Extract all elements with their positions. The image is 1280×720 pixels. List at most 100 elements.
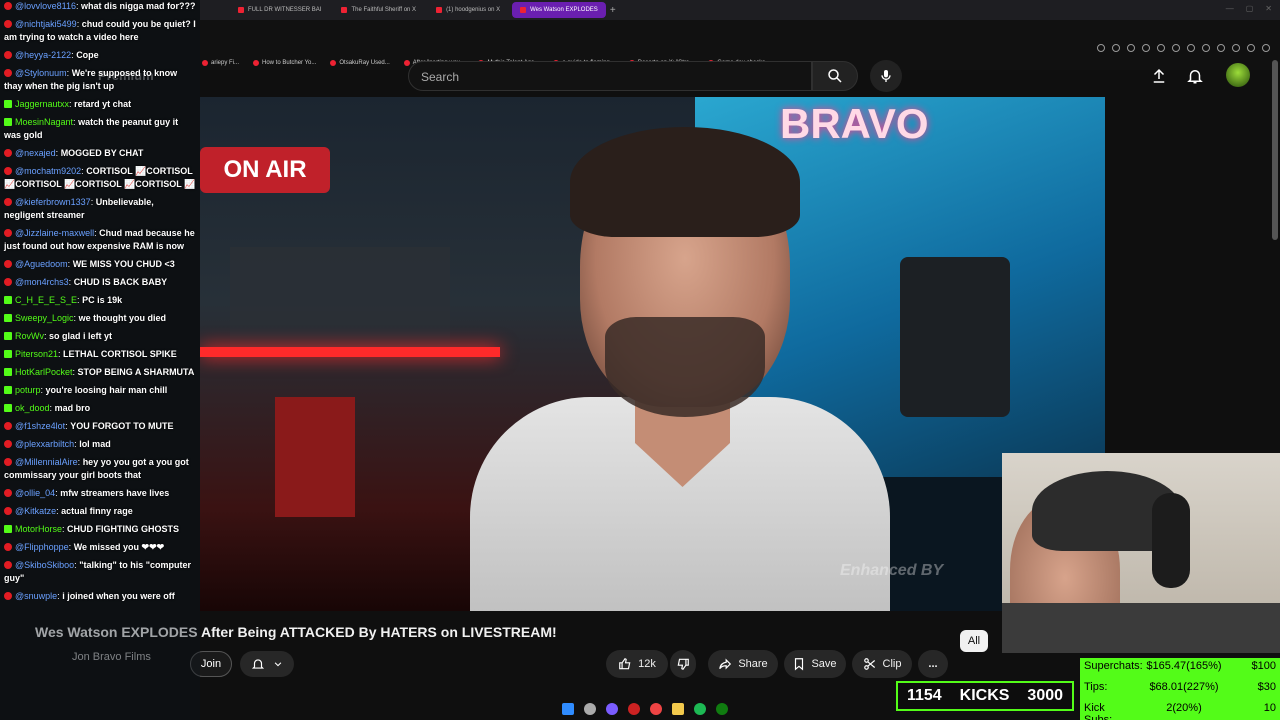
close-icon[interactable]: ✕ xyxy=(1265,4,1272,13)
chat-username[interactable]: @heyya-2122 xyxy=(15,50,71,60)
bookmark-favicon-icon xyxy=(403,60,410,66)
search-icon[interactable] xyxy=(584,703,596,715)
kick-subs-goal: 10 xyxy=(1263,702,1276,714)
chat-message: ok_dood: mad bro xyxy=(4,402,196,415)
bookmark-favicon-icon xyxy=(253,60,260,66)
upload-icon xyxy=(1153,68,1165,83)
extension-icon[interactable] xyxy=(1232,44,1240,52)
bookmark-icon xyxy=(795,658,804,671)
browser-icon[interactable] xyxy=(650,703,662,715)
kick-badge-icon xyxy=(4,100,12,108)
dislike-button[interactable] xyxy=(670,650,696,678)
chat-username[interactable]: @SkiboSkiboo xyxy=(15,560,74,570)
obs-icon[interactable] xyxy=(628,703,640,715)
chat-username[interactable]: @plexxarbiltch xyxy=(15,439,74,449)
extension-icon[interactable] xyxy=(1127,44,1135,52)
chat-username[interactable]: @Stylonuum xyxy=(15,68,67,78)
extension-icon[interactable] xyxy=(1112,44,1120,52)
chat-text: what dis nigga mad for??? xyxy=(81,1,196,11)
chat-text: PC is 19k xyxy=(82,295,123,305)
voice-search-button[interactable] xyxy=(870,60,902,92)
video-player[interactable]: ON AIR BRAVO Enhanced BY xyxy=(200,97,1105,611)
chat-username[interactable]: @Aguedoom xyxy=(15,259,68,269)
new-tab-button[interactable]: + xyxy=(610,5,616,16)
chat-username[interactable]: RovWv xyxy=(15,331,44,341)
clip-button[interactable]: Clip xyxy=(852,650,912,678)
chat-message: @snuwple: i joined when you were off xyxy=(4,590,196,603)
page-scrollbar[interactable] xyxy=(1272,60,1278,240)
browser-tab-label: Wes Watson EXPLODES xyxy=(530,7,598,13)
chat-username[interactable]: @nexajed xyxy=(15,148,56,158)
chat-username[interactable]: C_H_E_E_S_E xyxy=(15,295,77,305)
extension-icon[interactable] xyxy=(1142,44,1150,52)
chat-username[interactable]: @mon4rchs3 xyxy=(15,277,69,287)
chat-username[interactable]: @f1shze4lot xyxy=(15,421,65,431)
chat-text: we thought you died xyxy=(78,313,167,323)
browser-tab[interactable]: Wes Watson EXPLODES xyxy=(512,2,606,18)
chat-username[interactable]: Jaggernautxx xyxy=(15,99,69,109)
extension-icon[interactable] xyxy=(1247,44,1255,52)
minimize-icon[interactable]: — xyxy=(1226,4,1234,13)
bookmark-item[interactable]: How to Butcher Yo... xyxy=(253,60,316,66)
windows-start-icon[interactable] xyxy=(562,703,574,715)
search-button[interactable] xyxy=(812,61,858,91)
chat-username[interactable]: MotorHorse xyxy=(15,524,62,534)
chat-username[interactable]: Sweepy_Logic xyxy=(15,313,74,323)
discord-icon[interactable] xyxy=(606,703,618,715)
chat-username[interactable]: @lovvlove8116 xyxy=(15,1,76,11)
chip-all[interactable]: All xyxy=(960,630,988,652)
zoom-icon[interactable] xyxy=(1097,44,1105,52)
bookmark-item[interactable]: ariepy Fi... xyxy=(202,60,239,66)
save-button[interactable]: Save xyxy=(784,650,846,678)
chat-username[interactable]: @Flipphoppe xyxy=(15,542,69,552)
chat-text: STOP BEING A SHARMUTA xyxy=(77,367,195,377)
more-actions-button[interactable]: ... xyxy=(918,650,948,678)
superchats-row: Superchats: $165.47(165%) $100 xyxy=(1084,660,1276,674)
extension-icon[interactable] xyxy=(1187,44,1195,52)
shield-icon[interactable] xyxy=(1157,44,1165,52)
youtube-badge-icon xyxy=(4,69,12,77)
maximize-icon[interactable]: ▢ xyxy=(1246,4,1254,13)
extension-icon[interactable] xyxy=(1202,44,1210,52)
chat-username[interactable]: @Kitkatze xyxy=(15,506,56,516)
chat-username[interactable]: @mochatm9202 xyxy=(15,166,81,176)
subscription-bell-button[interactable] xyxy=(240,651,294,677)
browser-tab[interactable]: FULL DR WITNESSER BAI xyxy=(230,2,329,18)
youtube-badge-icon xyxy=(4,458,12,466)
kick-badge-icon xyxy=(4,404,12,412)
youtube-badge-icon xyxy=(4,260,12,268)
chat-username[interactable]: @ollie_04 xyxy=(15,488,55,498)
xbox-icon[interactable] xyxy=(716,703,728,715)
notifications-button[interactable] xyxy=(1184,65,1206,87)
file-explorer-icon[interactable] xyxy=(672,703,684,715)
bell-icon xyxy=(251,659,265,669)
upload-button[interactable] xyxy=(1148,65,1170,87)
chat-username[interactable]: MoesinNagant xyxy=(15,117,73,127)
browser-tab[interactable]: (1) hoodgenius on X xyxy=(428,2,508,18)
chat-username[interactable]: @Jizzlaine-maxwell xyxy=(15,228,94,238)
chat-username[interactable]: HotKarlPocket xyxy=(15,367,73,377)
extension-icon[interactable] xyxy=(1172,44,1180,52)
chat-username[interactable]: @kieferbrown1337 xyxy=(15,197,91,207)
spotify-icon[interactable] xyxy=(694,703,706,715)
browser-tab[interactable]: The Faithful Sheriff on X xyxy=(333,2,424,18)
bookmark-item[interactable]: OtsakuRay Used... xyxy=(330,60,390,66)
account-avatar[interactable] xyxy=(1226,63,1250,87)
save-label: Save xyxy=(811,658,837,670)
youtube-badge-icon xyxy=(4,2,12,10)
like-button[interactable]: 12k xyxy=(606,650,668,678)
chat-username[interactable]: poturp xyxy=(15,385,41,395)
chat-username[interactable]: ok_dood xyxy=(15,403,50,413)
taskbar xyxy=(550,698,740,720)
search-input[interactable]: Search xyxy=(408,61,812,91)
extension-icon[interactable] xyxy=(1217,44,1225,52)
chat-username[interactable]: Piterson21 xyxy=(15,349,58,359)
chat-username[interactable]: @nichtjaki5499 xyxy=(15,19,77,29)
profile-icon[interactable] xyxy=(1262,44,1270,52)
share-button[interactable]: Share xyxy=(708,650,778,678)
chat-username[interactable]: @MillennialAire xyxy=(15,457,78,467)
search-icon xyxy=(828,69,842,83)
chat-message: @kieferbrown1337: Unbelievable, negligen… xyxy=(4,196,196,222)
chat-username[interactable]: @snuwple xyxy=(15,591,57,601)
kick-subs-row: Kick Subs: 2(20%) 10 xyxy=(1084,702,1276,720)
